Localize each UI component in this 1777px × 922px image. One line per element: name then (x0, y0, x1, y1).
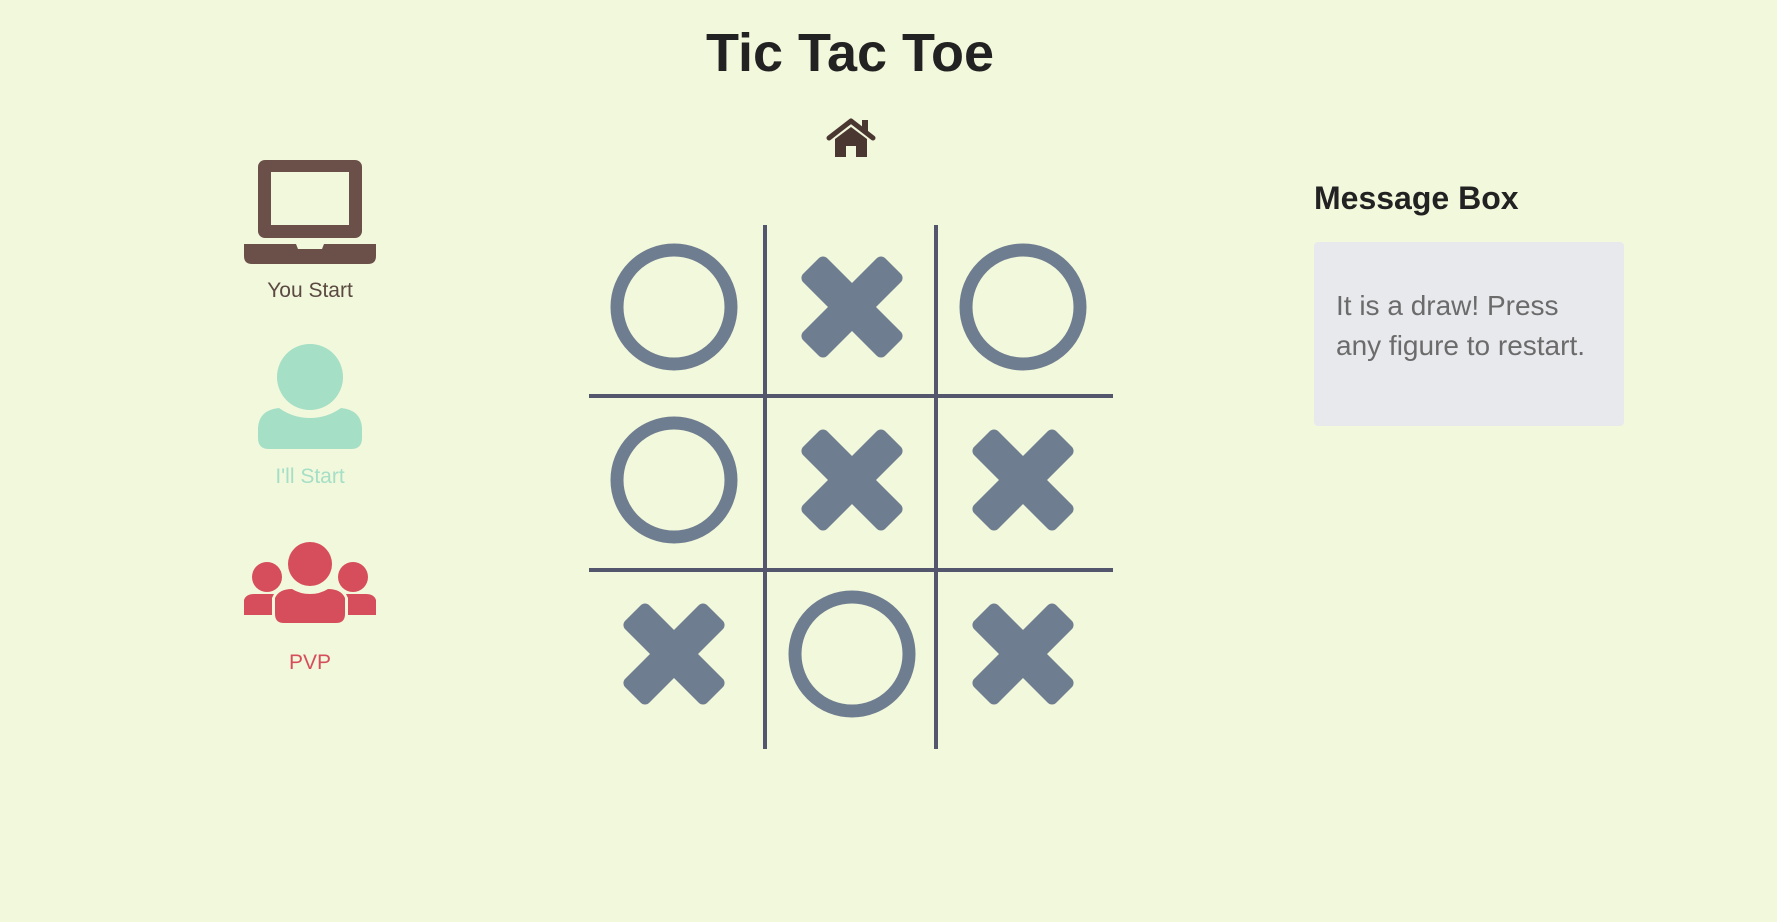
o-mark-icon (959, 243, 1087, 371)
o-mark-icon (788, 590, 916, 718)
user-icon (258, 344, 362, 449)
board-cell-1-1[interactable] (767, 398, 937, 568)
mode-you-start[interactable]: You Start (230, 158, 390, 304)
message-text: It is a draw! Press any figure to restar… (1336, 290, 1586, 361)
board-cell-2-0[interactable] (589, 572, 759, 742)
home-button[interactable] (826, 117, 876, 159)
laptop-icon (244, 160, 376, 264)
home-icon (826, 118, 876, 157)
game-board (589, 225, 1113, 749)
o-mark-icon (610, 416, 738, 544)
board-cell-0-0[interactable] (589, 225, 759, 395)
users-icon (244, 542, 376, 623)
message-box-heading: Message Box (1314, 180, 1519, 216)
x-mark-icon (801, 429, 903, 531)
mode-label-ill-start: I'll Start (275, 465, 345, 488)
mode-pvp[interactable]: PVP (230, 542, 390, 676)
board-cell-2-1[interactable] (767, 572, 937, 742)
board-cell-1-0[interactable] (589, 398, 759, 568)
mode-label-you-start: You Start (267, 279, 353, 302)
x-mark-icon (623, 603, 725, 705)
board-cell-1-2[interactable] (938, 398, 1108, 568)
board-cell-0-1[interactable] (767, 225, 937, 395)
mode-ill-start[interactable]: I'll Start (230, 344, 390, 490)
x-mark-icon (972, 603, 1074, 705)
x-mark-icon (972, 429, 1074, 531)
board-cell-2-2[interactable] (938, 572, 1108, 742)
message-box: It is a draw! Press any figure to restar… (1314, 242, 1624, 426)
mode-label-pvp: PVP (288, 651, 332, 674)
board-cell-0-2[interactable] (938, 225, 1108, 395)
x-mark-icon (801, 256, 903, 358)
page-title: Tic Tac Toe (705, 23, 995, 83)
o-mark-icon (610, 243, 738, 371)
